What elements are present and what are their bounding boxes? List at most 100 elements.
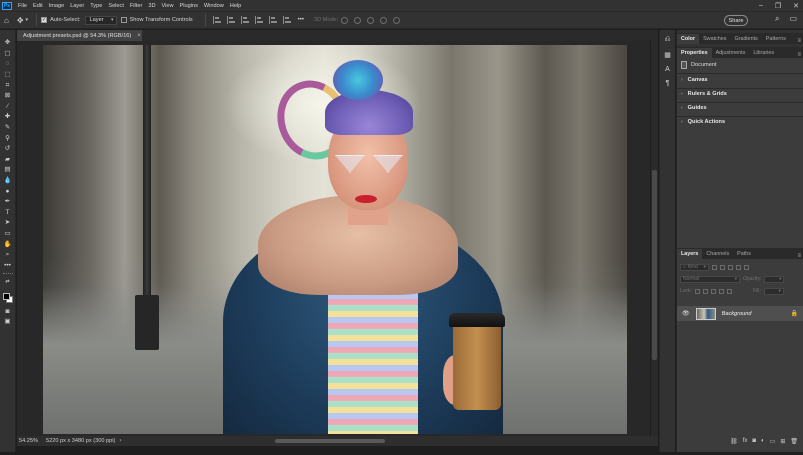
section-rulers-grids[interactable]: › Rulers & Grids <box>681 91 727 97</box>
paragraph-panel-icon[interactable]: ¶ <box>666 80 670 87</box>
lock-position-icon[interactable] <box>710 288 716 294</box>
vertical-scrollbar-thumb[interactable] <box>652 170 657 360</box>
minimize-icon[interactable]: – <box>759 2 763 9</box>
layer-style-icon[interactable]: fx <box>743 438 748 444</box>
auto-select-checkbox[interactable]: ✓ <box>41 17 48 23</box>
tool-preset-chevron-icon[interactable]: ▾ <box>26 17 29 23</box>
libraries-panel-icon[interactable]: ▦ <box>664 51 671 59</box>
menu-file[interactable]: File <box>15 3 30 9</box>
move-tool-icon[interactable]: ✥ <box>17 16 24 25</box>
tab-swatches[interactable]: Swatches <box>699 34 730 44</box>
character-panel-icon[interactable]: A <box>665 66 670 73</box>
show-transform-controls-checkbox[interactable] <box>120 17 127 23</box>
eyedropper-tool-icon[interactable]: ⁄ <box>3 103 13 111</box>
share-button[interactable]: Share <box>724 15 748 26</box>
tab-layers[interactable]: Layers <box>677 249 703 259</box>
history-brush-tool-icon[interactable]: ↺ <box>3 145 13 153</box>
filter-smart-object-icon[interactable] <box>743 264 749 270</box>
3d-pan-icon[interactable] <box>367 16 375 24</box>
document-canvas[interactable] <box>43 45 627 434</box>
search-icon[interactable]: ⌕ <box>775 14 779 24</box>
lock-image-pixels-icon[interactable] <box>702 288 708 294</box>
panel-menu-icon[interactable]: ≡ <box>797 38 801 44</box>
tab-paths[interactable]: Paths <box>733 249 755 259</box>
history-panel-icon[interactable]: ⎌ <box>665 36 671 44</box>
document-info-chevron-icon[interactable]: › <box>119 438 121 444</box>
pen-tool-icon[interactable]: ✒ <box>3 198 13 206</box>
blur-tool-icon[interactable]: 💧 <box>3 177 13 185</box>
horizontal-scrollbar-thumb[interactable] <box>275 439 385 443</box>
new-adjustment-layer-icon[interactable]: ◐ <box>761 438 765 444</box>
new-layer-icon[interactable]: ⊞ <box>780 438 785 445</box>
move-tool-icon[interactable]: ✥ <box>3 39 13 47</box>
opacity-field[interactable] <box>764 275 785 283</box>
align-vertical-center-icon[interactable] <box>268 16 277 24</box>
menu-help[interactable]: Help <box>227 3 245 9</box>
tab-patterns[interactable]: Patterns <box>762 34 790 44</box>
3d-roll-icon[interactable] <box>354 16 362 24</box>
delete-layer-icon[interactable]: 🗑 <box>790 438 798 445</box>
swap-colors-icon[interactable]: ⇄ <box>3 278 13 286</box>
layer-filter-kind-dropdown[interactable]: ⌕ Kind <box>680 263 709 271</box>
layer-name[interactable]: Background <box>722 311 752 317</box>
3d-orbit-icon[interactable] <box>341 16 349 24</box>
fill-field[interactable] <box>763 287 784 295</box>
menu-select[interactable]: Select <box>105 3 127 9</box>
restore-icon[interactable]: ❐ <box>775 2 781 10</box>
menu-layer[interactable]: Layer <box>67 3 87 9</box>
spot-healing-brush-icon[interactable]: ✚ <box>3 113 13 121</box>
brush-tool-icon[interactable]: ✎ <box>3 124 13 132</box>
screen-mode-icon[interactable]: ▣ <box>3 318 13 326</box>
frame-tool-icon[interactable]: ⊠ <box>3 92 13 100</box>
menu-filter[interactable]: Filter <box>127 3 145 9</box>
lock-transparent-pixels-icon[interactable] <box>694 288 700 294</box>
layer-row-background[interactable]: 👁 Background 🔒 <box>677 306 803 321</box>
layer-visibility-eye-icon[interactable]: 👁 <box>682 310 690 317</box>
section-guides[interactable]: › Guides <box>681 105 707 111</box>
filter-type-icon[interactable] <box>727 264 733 270</box>
crop-tool-icon[interactable]: ⌗ <box>3 82 13 90</box>
menu-edit[interactable]: Edit <box>30 3 46 9</box>
document-tab[interactable]: Adjustment presets.psd @ 54.3% (RGB/16) … <box>17 30 142 41</box>
tab-adjustments[interactable]: Adjustments <box>712 48 750 58</box>
tab-color[interactable]: Color <box>677 34 700 44</box>
quick-mask-icon[interactable]: ◙ <box>3 308 13 316</box>
filter-adjustment-icon[interactable] <box>719 264 725 270</box>
align-right-icon[interactable] <box>240 16 249 24</box>
menu-image[interactable]: Image <box>46 3 68 9</box>
menu-plugins[interactable]: Plugins <box>177 3 201 9</box>
path-selection-tool-icon[interactable]: ➤ <box>3 219 13 227</box>
auto-select-target-dropdown[interactable]: Layer <box>84 15 117 25</box>
filter-pixel-icon[interactable] <box>711 264 717 270</box>
canvas-area[interactable] <box>17 41 650 436</box>
3d-scale-icon[interactable] <box>393 16 401 24</box>
tab-libraries[interactable]: Libraries <box>749 48 778 58</box>
object-selection-tool-icon[interactable]: ⬚ <box>3 71 13 79</box>
gradient-tool-icon[interactable]: ▤ <box>3 166 13 174</box>
foreground-color-swatch[interactable] <box>2 292 10 300</box>
type-tool-icon[interactable]: T <box>3 209 13 217</box>
align-bottom-icon[interactable] <box>282 16 291 24</box>
tab-gradients[interactable]: Gradients <box>730 34 761 44</box>
new-group-icon[interactable]: ▭ <box>770 438 776 445</box>
eraser-tool-icon[interactable]: ▰ <box>3 156 13 164</box>
dodge-tool-icon[interactable]: ● <box>3 188 13 196</box>
home-icon[interactable]: ⌂ <box>4 16 9 25</box>
filter-shape-icon[interactable] <box>735 264 741 270</box>
menu-window[interactable]: Window <box>201 3 227 9</box>
align-left-icon[interactable] <box>212 16 221 24</box>
section-quick-actions[interactable]: › Quick Actions <box>681 119 725 125</box>
tab-properties[interactable]: Properties <box>677 48 712 58</box>
zoom-tool-icon[interactable]: ⌕ <box>3 251 13 259</box>
3d-slide-icon[interactable] <box>380 16 388 24</box>
tab-channels[interactable]: Channels <box>702 249 733 259</box>
add-mask-icon[interactable]: ◙ <box>752 438 756 444</box>
close-tab-icon[interactable]: × <box>137 33 141 39</box>
hand-tool-icon[interactable]: ✋ <box>3 241 13 249</box>
rectangle-tool-icon[interactable]: ▭ <box>3 230 13 238</box>
photoshop-logo[interactable]: Ps <box>2 1 12 10</box>
lock-artboard-icon[interactable] <box>718 288 724 294</box>
align-horizontal-center-icon[interactable] <box>226 16 235 24</box>
workspace-icon[interactable]: ▭ <box>789 14 797 24</box>
zoom-level[interactable]: 54.25% <box>19 438 38 444</box>
